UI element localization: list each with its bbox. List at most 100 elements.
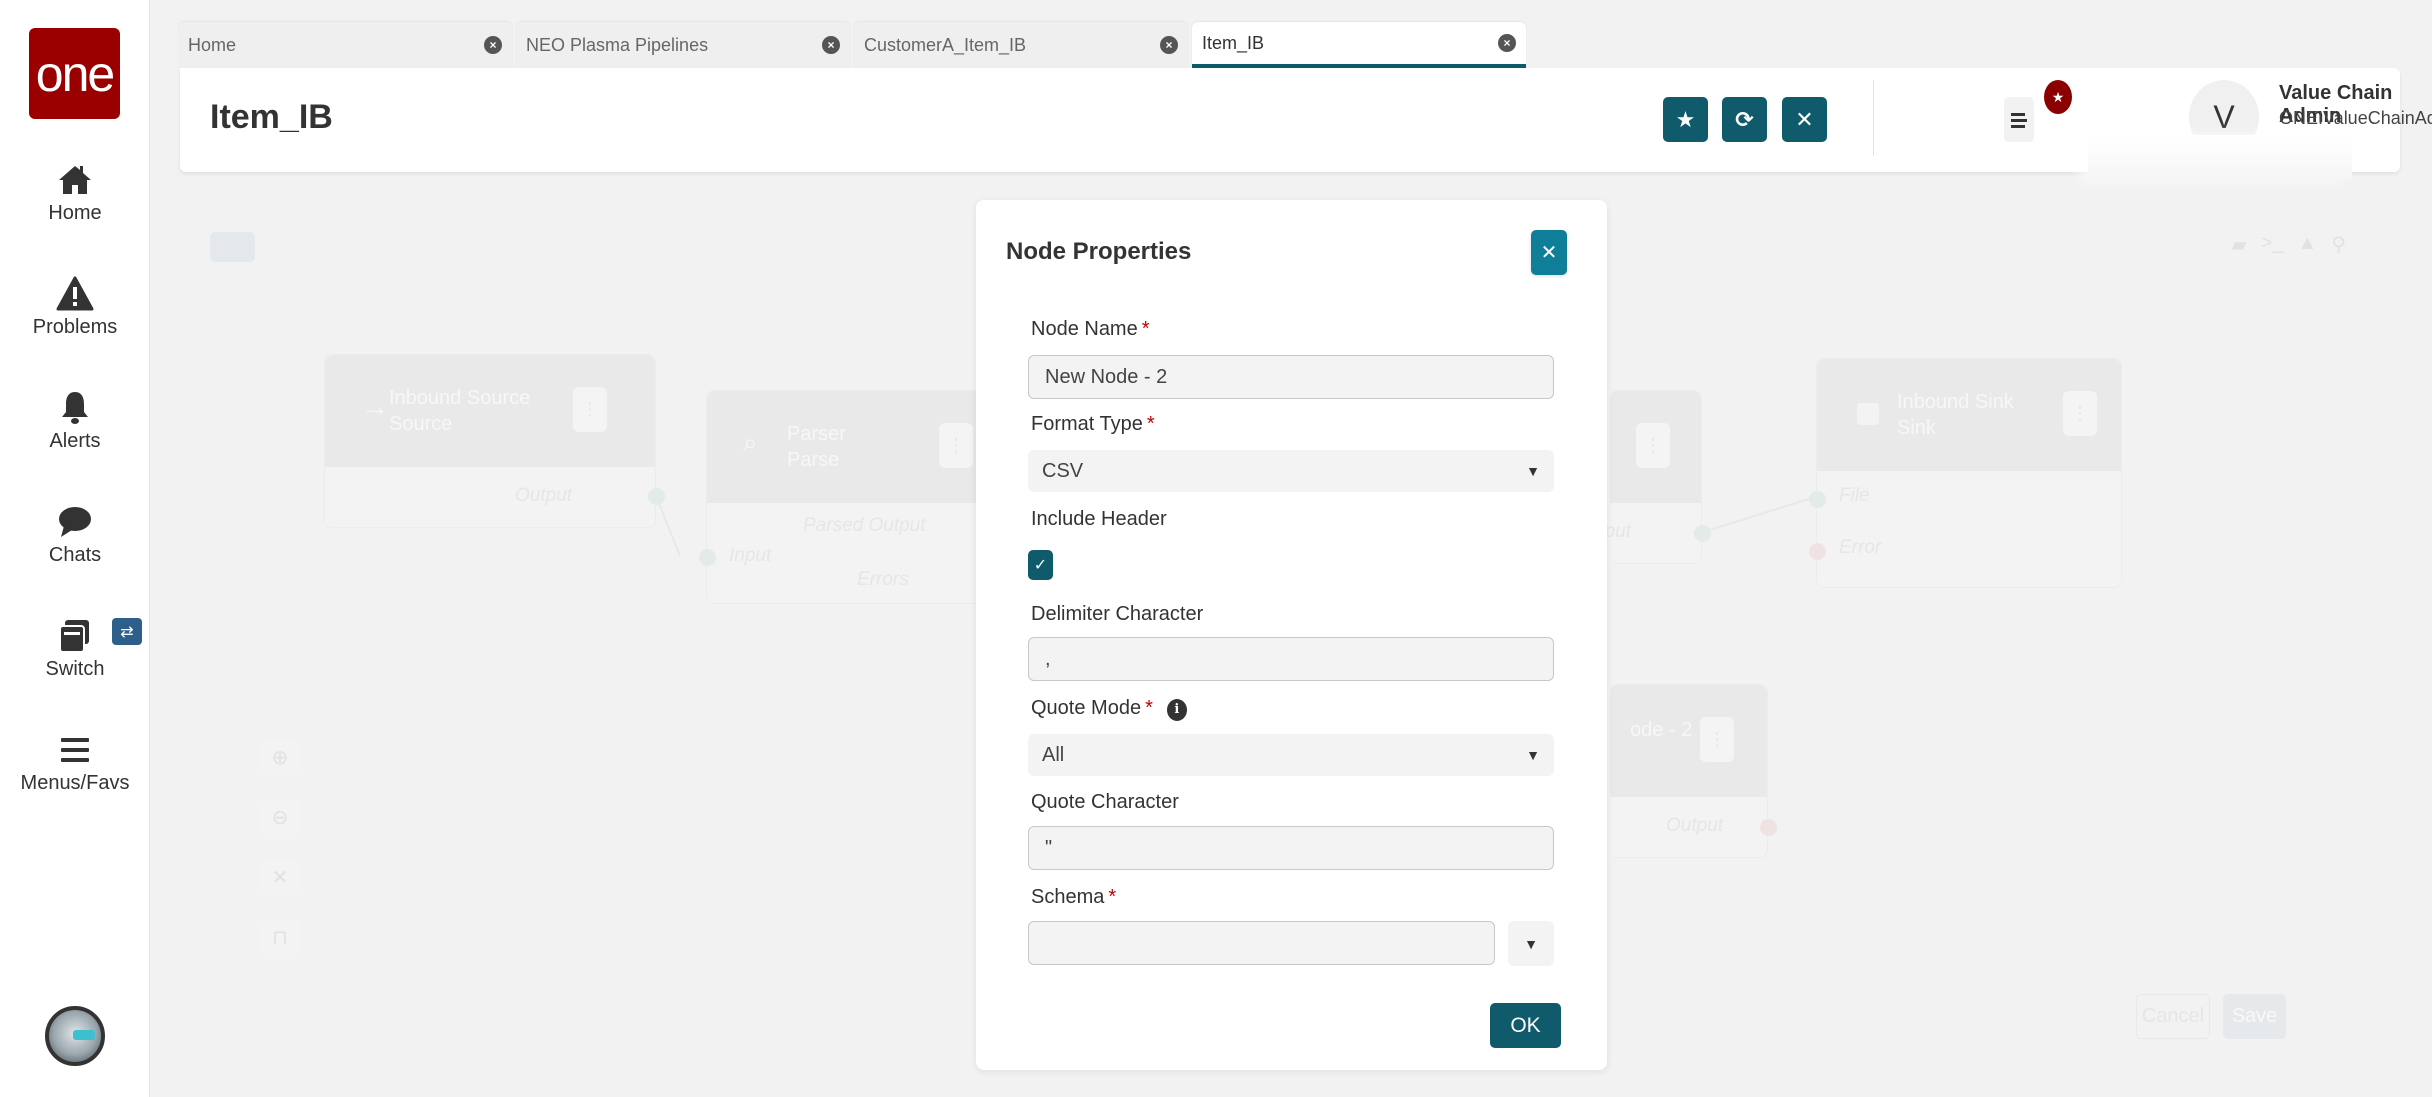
refresh-icon: ⟳ [1735, 106, 1754, 132]
close-icon: ✕ [1540, 242, 1558, 264]
fit-view-button[interactable]: ✕ [260, 860, 300, 894]
format-type-value: CSV [1042, 459, 1084, 482]
check-icon: ✓ [1033, 557, 1048, 574]
close-page-button[interactable]: ✕ [1782, 97, 1827, 142]
tab-label: NEO Plasma Pipelines [526, 34, 709, 55]
user-menu-shadow [2088, 135, 2352, 180]
assistant-avatar[interactable] [45, 1006, 105, 1066]
node-name-input[interactable]: New Node - 2 [1028, 355, 1554, 399]
quote-character-input[interactable]: " [1028, 826, 1554, 870]
format-type-select[interactable]: CSV ▼ [1028, 450, 1554, 492]
port-label: Errors [857, 569, 909, 590]
dialog-title: Node Properties [1006, 238, 1192, 265]
tab-bar: Home × NEO Plasma Pipelines × CustomerA_… [178, 22, 1526, 68]
chevron-down-icon: ▼ [1526, 747, 1540, 763]
delimiter-label: Delimiter Character [1031, 603, 1204, 625]
node-properties-dialog: Node Properties ✕ Node Name * New Node - … [976, 200, 1607, 1070]
node-inbound-source[interactable]: → Inbound Source Source ⋮ Output [324, 354, 665, 528]
tab-label: Item_IB [1202, 32, 1265, 53]
info-icon[interactable]: i [1166, 698, 1187, 721]
zoom-out-button[interactable]: ⊖ [260, 800, 300, 834]
home-icon [59, 166, 91, 194]
output-port[interactable] [1694, 525, 1711, 542]
search-location-icon: ⌕ [743, 427, 758, 457]
node-parser[interactable]: ⌕ Parser Parse ⋮ Input Parsed Output Erro… [699, 390, 1006, 604]
sidebar-item-problems[interactable]: Problems [0, 274, 150, 339]
square-icon [1857, 403, 1879, 425]
node-middle[interactable]: ⋮ Output [1574, 390, 1711, 564]
sidebar-item-label: Home [48, 202, 102, 224]
ok-button[interactable]: OK [1490, 1003, 1561, 1048]
schema-label: Schema * [1031, 886, 1117, 908]
header-divider [1873, 80, 1874, 156]
node-menu-button[interactable]: ⋮ [1700, 717, 1734, 762]
arrow-right-icon: → [361, 391, 389, 422]
cancel-button[interactable]: Cancel [2136, 994, 2210, 1039]
zoom-out-icon: ⊖ [271, 806, 289, 829]
format-type-label: Format Type * [1031, 413, 1155, 435]
sidebar-item-home[interactable]: Home [0, 160, 150, 225]
switch-icon [59, 620, 89, 653]
unlock-icon: ⊓ [272, 926, 288, 949]
tab-label: CustomerA_Item_IB [864, 34, 1027, 55]
close-tab-icon[interactable]: × [1160, 36, 1178, 54]
node-title: Inbound Source Source [389, 387, 531, 435]
close-tab-icon[interactable]: × [822, 36, 840, 54]
sidebar-item-chats[interactable]: Chats [0, 502, 150, 567]
port-label: Error [1839, 537, 1882, 558]
node-inbound-sink[interactable]: Inbound Sink Sink ⋮ File Error [1809, 358, 2122, 588]
close-tab-icon[interactable]: × [1498, 34, 1516, 52]
node-title: Inbound Sink Sink [1897, 391, 2014, 439]
zoom-in-button[interactable]: ⊕ [260, 740, 300, 774]
lock-button[interactable]: ⊓ [260, 920, 300, 954]
notifications-menu-button[interactable] [2004, 97, 2034, 142]
node-name-label: Node Name * [1031, 318, 1150, 340]
node-title: Parser Parse [787, 423, 846, 471]
node-menu-button[interactable]: ⋮ [2063, 391, 2097, 436]
favorites-badge-icon[interactable]: ★ [2044, 80, 2072, 114]
dialog-close-button[interactable]: ✕ [1531, 230, 1567, 275]
star-icon: ★ [1675, 106, 1696, 132]
schema-input[interactable] [1028, 921, 1495, 965]
node-menu-button[interactable]: ⋮ [1636, 423, 1670, 468]
output-port[interactable] [1760, 819, 1777, 836]
input-port[interactable] [699, 549, 716, 566]
close-tab-icon[interactable]: × [484, 36, 502, 54]
input-port[interactable] [1809, 491, 1826, 508]
logo[interactable]: one [29, 28, 120, 119]
refresh-button[interactable]: ⟳ [1722, 97, 1767, 142]
node-menu-button[interactable]: ⋮ [939, 423, 973, 468]
quote-mode-select[interactable]: All ▼ [1028, 734, 1554, 776]
tab-neo-plasma-pipelines[interactable]: NEO Plasma Pipelines × [516, 22, 850, 68]
page-header: Item_IB ★ ⟳ ✕ ★ V Value Chain Admin ONEI… [180, 68, 2432, 172]
delimiter-input[interactable]: , [1028, 637, 1554, 681]
zoom-in-icon: ⊕ [271, 746, 289, 769]
save-button[interactable]: Save [2223, 994, 2286, 1039]
chat-icon [59, 507, 91, 537]
menu-icon [61, 738, 89, 762]
output-port[interactable] [648, 488, 665, 505]
sidebar: one Home Problems Alerts Chats Switch ⇄ … [0, 0, 150, 1097]
node-menu-button[interactable]: ⋮ [573, 387, 607, 432]
sidebar-item-menus-favs[interactable]: Menus/Favs [0, 730, 150, 795]
favorite-button[interactable]: ★ [1663, 97, 1708, 142]
sidebar-item-label: Switch [45, 658, 105, 680]
quote-character-label: Quote Character [1031, 791, 1179, 813]
sidebar-item-alerts[interactable]: Alerts [0, 388, 150, 453]
switch-badge-icon[interactable]: ⇄ [112, 618, 142, 645]
tab-home[interactable]: Home × [178, 22, 512, 68]
close-icon: ✕ [1795, 106, 1814, 132]
tab-customera-item-ib[interactable]: CustomerA_Item_IB × [854, 22, 1188, 68]
schema-dropdown-button[interactable]: ▼ [1508, 921, 1554, 966]
error-port[interactable] [1809, 543, 1826, 560]
sidebar-item-label: Menus/Favs [20, 772, 130, 794]
port-label: Input [729, 545, 772, 566]
port-label: Parsed Output [803, 515, 926, 536]
include-header-checkbox[interactable]: ✓ [1028, 550, 1053, 580]
sidebar-item-label: Problems [32, 316, 118, 338]
chevron-down-icon: ▼ [1526, 463, 1540, 479]
node-new-node-2[interactable]: ode - 2 ⋮ Output [1610, 684, 1777, 858]
tab-item-ib[interactable]: Item_IB × [1192, 22, 1526, 68]
quote-mode-value: All [1042, 743, 1065, 766]
warning-icon [56, 276, 94, 311]
